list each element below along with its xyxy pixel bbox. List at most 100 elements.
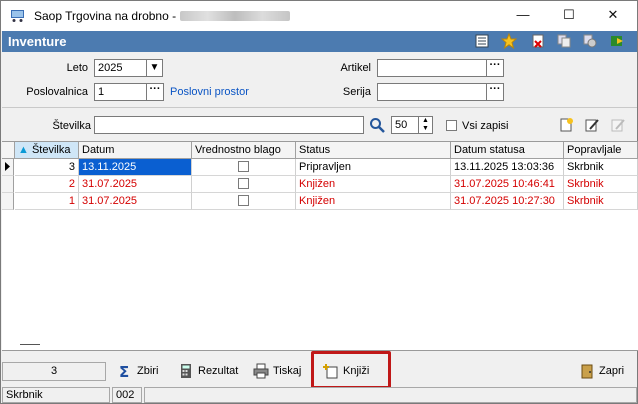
stevilka-search-label: Številka — [52, 120, 91, 132]
cell-vrednostno-blago[interactable] — [192, 193, 296, 210]
page-title: Inventure — [8, 34, 67, 49]
title-bar: Saop Trgovina na drobno - — ☐ ✕ — [1, 1, 637, 31]
grid-splitter-handle[interactable] — [20, 344, 40, 345]
cell-vrednostno-blago[interactable] — [192, 176, 296, 193]
cell-datum-selected[interactable]: 13.11.2025 — [79, 159, 192, 176]
search-icon[interactable] — [369, 117, 385, 133]
column-header-status[interactable]: Status — [296, 142, 451, 159]
poslovalnica-input[interactable]: 1 — [94, 83, 147, 101]
row-indicator-current[interactable] — [2, 159, 14, 176]
chevron-down-icon: ▼ — [149, 62, 160, 73]
calculator-icon — [181, 364, 191, 378]
column-header-datum[interactable]: Datum — [79, 142, 192, 159]
delete-doc-icon[interactable] — [530, 33, 546, 49]
minimize-button[interactable]: — — [501, 1, 545, 29]
zapri-button[interactable]: Zapri — [577, 358, 624, 384]
cell-stevilka[interactable]: 2 — [15, 176, 79, 193]
stevilka-search-input[interactable] — [94, 116, 364, 134]
rezultat-button[interactable]: Rezultat — [176, 358, 238, 384]
serija-label: Serija — [342, 86, 371, 98]
knjizi-highlight-frame — [311, 351, 391, 389]
sigma-icon: Σ — [119, 363, 129, 379]
cell-popravljal[interactable]: Skrbnik — [564, 176, 638, 193]
cell-datum-statusa[interactable]: 13.11.2025 13:03:36 — [451, 159, 564, 176]
ellipsis-icon: ··· — [489, 59, 501, 71]
cell-datum[interactable]: 31.07.2025 — [79, 176, 192, 193]
status-empty — [144, 387, 637, 403]
page-size-input[interactable]: 50 — [391, 116, 419, 134]
serija-input[interactable] — [377, 83, 488, 101]
cell-status[interactable]: Knjižen — [296, 176, 451, 193]
edit-doc-icon[interactable] — [584, 117, 600, 133]
copy-settings-icon[interactable] — [582, 33, 598, 49]
poslovalnica-browse-button[interactable]: ··· — [146, 83, 164, 101]
cell-status[interactable]: Pripravljen — [296, 159, 451, 176]
vsi-zapisi-label: Vsi zapisi — [462, 120, 509, 132]
redacted-title-part — [180, 11, 291, 21]
vrednostno-blago-checkbox[interactable] — [238, 161, 249, 172]
column-label: Številka — [31, 144, 71, 156]
favorite-star-icon[interactable] — [501, 33, 517, 49]
spin-up-icon[interactable]: ▲ — [419, 117, 432, 125]
printer-icon — [253, 363, 269, 379]
exit-icon[interactable] — [609, 33, 625, 49]
header-band: Inventure — [2, 31, 637, 52]
sort-ascending-icon: ▲ — [18, 144, 29, 156]
column-header-stevilka[interactable]: ▲ Številka — [15, 142, 79, 159]
separator — [2, 107, 637, 108]
vsi-zapisi-checkbox[interactable] — [446, 120, 457, 131]
row-indicator[interactable] — [2, 193, 14, 210]
copy-icon[interactable] — [556, 33, 572, 49]
column-header-popravljal[interactable]: Popravljale — [564, 142, 638, 159]
status-code: 002 — [112, 387, 142, 403]
page-size-spinner[interactable]: ▲ ▼ — [418, 116, 433, 134]
inventure-grid: ▲ Številka Datum Vrednostno blago Status… — [2, 141, 638, 351]
cell-datum[interactable]: 31.07.2025 — [79, 193, 192, 210]
window-title: Saop Trgovina na drobno - — [34, 9, 291, 23]
maximize-button[interactable]: ☐ — [547, 1, 591, 29]
disabled-edit-icon — [611, 119, 625, 132]
zbiri-button[interactable]: Σ Zbiri — [115, 358, 158, 384]
grid-corner — [2, 142, 15, 159]
cart-app-icon — [11, 10, 24, 22]
zbiri-label: Zbiri — [137, 365, 159, 377]
cell-status[interactable]: Knjižen — [296, 193, 451, 210]
svg-text:Σ: Σ — [119, 363, 129, 379]
artikel-browse-button[interactable]: ··· — [486, 59, 504, 77]
rezultat-label: Rezultat — [198, 365, 239, 377]
leto-select[interactable]: 2025 — [94, 59, 147, 77]
row-indicator[interactable] — [2, 176, 14, 193]
column-header-datum-statusa[interactable]: Datum statusa — [451, 142, 564, 159]
leto-label: Leto — [66, 62, 88, 74]
poslovni-prostor-link[interactable]: Poslovni prostor — [170, 86, 249, 98]
status-user: Skrbnik — [2, 387, 110, 403]
cell-popravljal[interactable]: Skrbnik — [564, 159, 638, 176]
spin-down-icon[interactable]: ▼ — [419, 125, 432, 133]
vrednostno-blago-checkbox[interactable] — [238, 195, 249, 206]
cell-stevilka[interactable]: 1 — [15, 193, 79, 210]
close-door-icon — [581, 364, 593, 379]
cell-stevilka[interactable]: 3 — [15, 159, 79, 176]
ellipsis-icon: ··· — [149, 83, 161, 95]
ellipsis-icon: ··· — [489, 83, 501, 95]
current-row-arrow-icon — [5, 162, 10, 171]
serija-browse-button[interactable]: ··· — [486, 83, 504, 101]
artikel-label: Artikel — [340, 62, 371, 74]
poslovalnica-label: Poslovalnica — [26, 86, 88, 98]
vrednostno-blago-checkbox[interactable] — [238, 178, 249, 189]
artikel-input[interactable] — [377, 59, 488, 77]
leto-dropdown-button[interactable]: ▼ — [146, 59, 163, 77]
record-count: 3 — [2, 362, 106, 381]
zapri-label: Zapri — [599, 365, 625, 377]
cell-vrednostno-blago[interactable] — [192, 159, 296, 176]
tiskaj-button[interactable]: Tiskaj — [251, 358, 301, 384]
close-button[interactable]: ✕ — [591, 1, 635, 29]
tiskaj-label: Tiskaj — [273, 365, 302, 377]
cell-datum-statusa[interactable]: 31.07.2025 10:27:30 — [451, 193, 564, 210]
new-doc-icon[interactable] — [558, 117, 574, 133]
list-icon[interactable] — [474, 33, 490, 49]
column-header-vrednostno-blago[interactable]: Vrednostno blago — [192, 142, 296, 159]
app-window: Saop Trgovina na drobno - — ☐ ✕ Inventur… — [0, 0, 638, 404]
cell-popravljal[interactable]: Skrbnik — [564, 193, 638, 210]
cell-datum-statusa[interactable]: 31.07.2025 10:46:41 — [451, 176, 564, 193]
